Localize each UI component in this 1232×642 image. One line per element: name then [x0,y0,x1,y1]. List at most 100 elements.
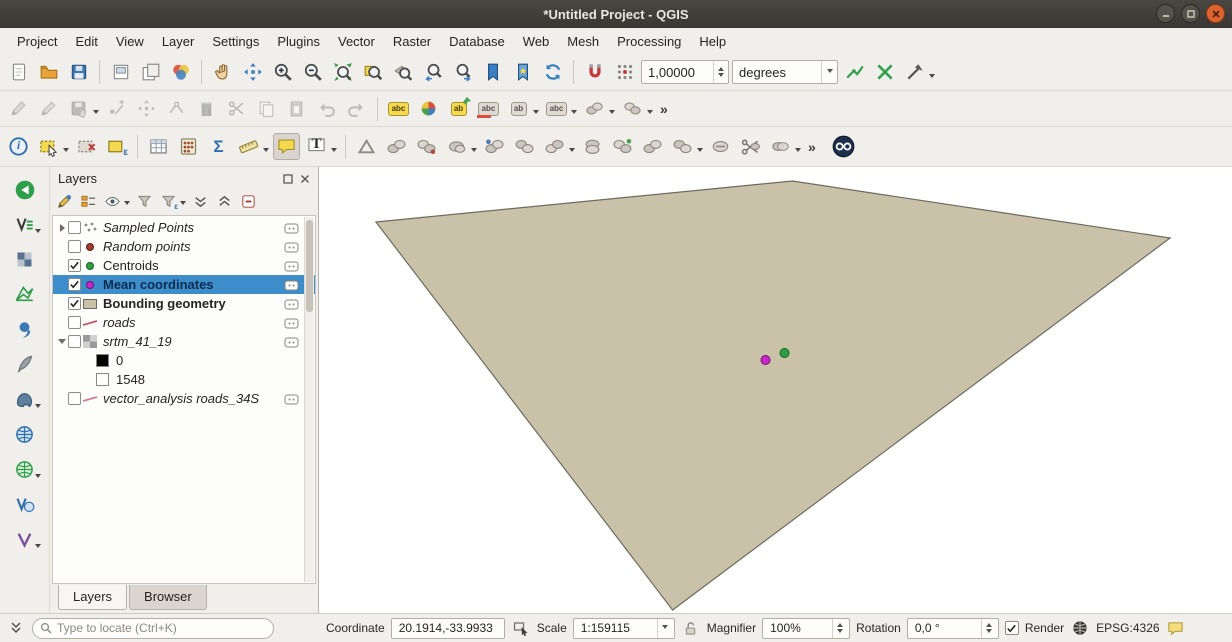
layer-item-vector-analysis-roads[interactable]: vector_analysis roads_34S [53,389,315,408]
add-mesh-layer-ic[interactable] [9,280,41,309]
menu-project[interactable]: Project [8,30,66,53]
close-panel-icon[interactable] [298,172,312,186]
advanced-digitizing-icon[interactable] [901,59,928,86]
add-wcs-layer-icon[interactable] [9,455,41,484]
select-by-expression-icon[interactable]: ε [103,133,130,160]
zoom-in-icon[interactable] [269,59,296,86]
snapping-tolerance-value[interactable]: 1,00000 [642,65,713,80]
crs-value[interactable]: EPSG:4326 [1096,621,1159,635]
pan-map-icon[interactable] [209,59,236,86]
close-button[interactable] [1206,4,1225,23]
collapse-all-icon[interactable] [214,191,235,212]
processing-tool-icon[interactable] [639,133,666,160]
layer-symbol-swatch[interactable] [81,262,99,270]
snapping-units-value[interactable]: degrees [733,65,821,80]
delete-selected-icon[interactable] [193,95,220,122]
menu-settings[interactable]: Settings [203,30,268,53]
layer-item-centroids[interactable]: Centroids [53,256,315,275]
dropdown-arrow-icon[interactable] [609,110,615,117]
layer-checkbox[interactable] [68,259,81,272]
rotate-label-icon[interactable]: abc [543,95,570,122]
layer-item-bounding-geometry[interactable]: Bounding geometry [53,294,315,313]
redo-icon[interactable] [343,95,370,122]
menu-web[interactable]: Web [514,30,559,53]
zoom-to-selection-icon[interactable] [359,59,386,86]
dropdown-arrow-icon[interactable] [180,201,186,208]
add-wms-layer-icon[interactable] [9,420,41,449]
add-spatialite-layer-icon[interactable] [9,350,41,379]
text-annotation-icon[interactable]: T [303,133,330,160]
collapse-icon[interactable] [56,339,68,344]
lock-scale-icon[interactable] [681,618,701,638]
move-label-icon[interactable]: ab [505,95,532,122]
add-wfs-layer-icon[interactable] [9,490,41,519]
layer-checkbox[interactable] [68,297,81,310]
extent-toggle-icon[interactable] [511,618,531,638]
locate-search[interactable] [32,618,274,639]
dropdown-arrow-icon[interactable] [571,110,577,117]
toolbar-overflow-chevrons-icon[interactable] [6,618,26,638]
save-project-icon[interactable] [65,59,92,86]
dropdown-arrow-icon[interactable] [331,148,337,155]
menu-raster[interactable]: Raster [384,30,440,53]
expand-all-icon[interactable] [190,191,211,212]
processing-tool-icon[interactable] [383,133,410,160]
processing-tool-icon[interactable] [511,133,538,160]
dropdown-arrow-icon[interactable] [929,74,935,81]
layer-indicator-badge[interactable] [284,241,299,256]
dropdown-arrow-icon[interactable] [63,148,69,155]
layer-diagram-options-icon[interactable] [415,95,442,122]
add-virtual-layer-icon[interactable] [9,525,41,554]
layer-indicator-badge[interactable] [284,393,299,408]
scale-combobox[interactable]: 1:159115 [573,618,675,639]
titlebar[interactable]: *Untitled Project - QGIS [0,0,1232,28]
combobox-arrow[interactable] [657,619,672,638]
copy-features-icon[interactable] [253,95,280,122]
layer-item-mean-coordinates[interactable]: Mean coordinates [53,275,315,294]
enable-tracing-icon[interactable] [841,59,868,86]
change-label-properties-icon[interactable] [581,95,608,122]
dropdown-arrow-icon[interactable] [124,201,130,208]
new-print-layout-icon[interactable] [107,59,134,86]
menu-database[interactable]: Database [440,30,514,53]
layer-symbol-swatch[interactable] [81,281,99,289]
layer-checkbox[interactable] [68,392,81,405]
layer-symbol-swatch[interactable] [81,243,99,251]
spinbox-arrows[interactable] [981,619,996,638]
zoom-last-icon[interactable] [419,59,446,86]
snapping-units-combobox[interactable]: degrees [732,60,838,84]
add-vector-layer-icon[interactable] [9,210,41,239]
shape-digitizing-icon[interactable] [353,133,380,160]
vertex-tool-icon[interactable] [163,95,190,122]
layer-item-sampled-points[interactable]: Sampled Points [53,218,315,237]
zoom-next-icon[interactable] [449,59,476,86]
processing-tool-icon[interactable] [579,133,606,160]
measure-line-icon[interactable] [235,133,262,160]
layout-manager-icon[interactable] [137,59,164,86]
map-tips-icon[interactable] [273,133,300,160]
open-project-icon[interactable] [35,59,62,86]
layer-checkbox[interactable] [68,335,81,348]
dropdown-arrow-icon[interactable] [795,148,801,155]
dropdown-arrow-icon[interactable] [647,110,653,117]
dropdown-arrow-icon[interactable] [263,148,269,155]
undo-icon[interactable] [313,95,340,122]
layer-checkbox[interactable] [68,278,81,291]
open-layer-styling-icon[interactable] [54,191,75,212]
processing-tool-icon[interactable] [707,133,734,160]
dropdown-arrow-icon[interactable] [471,148,477,155]
layer-indicator-badge[interactable] [284,336,299,351]
split-features-icon[interactable] [737,133,764,160]
scrollbar-thumb[interactable] [306,220,313,312]
open-attribute-table-icon[interactable] [145,133,172,160]
layer-indicator-badge[interactable] [284,317,299,332]
render-checkbox[interactable] [1005,621,1019,635]
merge-features-icon[interactable] [767,133,794,160]
snap-on-intersection-icon[interactable] [871,59,898,86]
minimize-button[interactable] [1156,4,1175,23]
layer-indicator-badge[interactable] [284,222,299,237]
select-features-icon[interactable] [35,133,62,160]
layer-indicator-badge[interactable] [284,298,299,313]
toggle-editing-icon[interactable] [35,95,62,122]
layer-checkbox[interactable] [68,316,81,329]
